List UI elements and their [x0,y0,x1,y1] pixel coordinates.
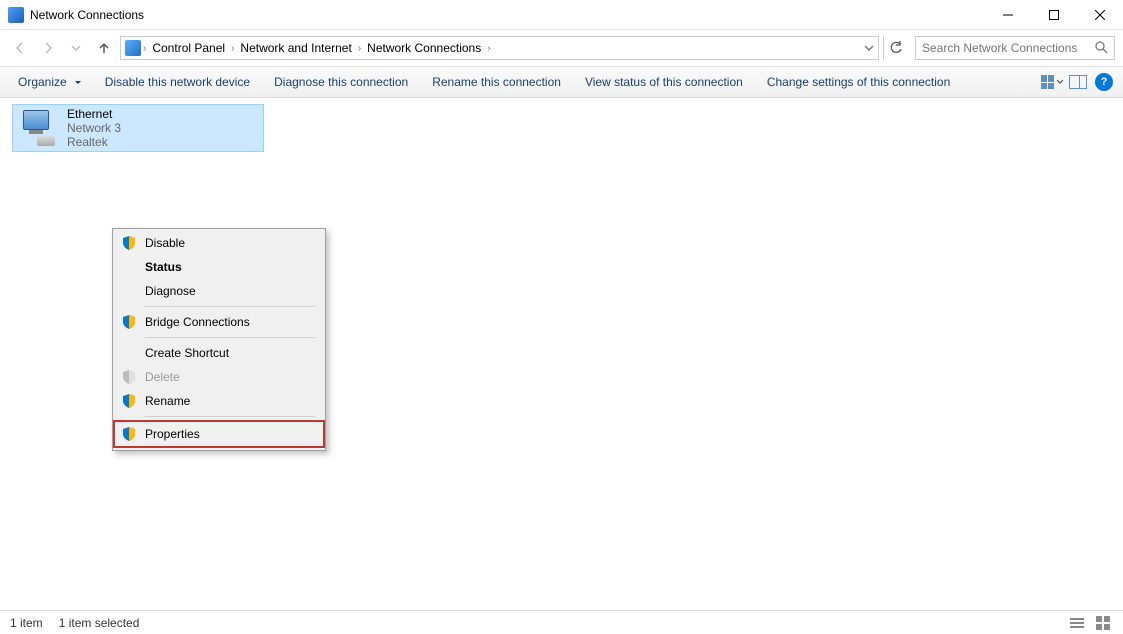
ctx-disable[interactable]: Disable [115,231,323,255]
chevron-right-icon: › [143,43,146,54]
ctx-bridge-label: Bridge Connections [145,315,250,329]
maximize-button[interactable] [1031,0,1077,30]
shield-icon [121,369,137,385]
forward-button[interactable] [36,36,60,60]
chevron-right-icon: › [487,43,490,54]
details-view-icon [1070,618,1084,628]
forward-arrow-icon [41,41,55,55]
change-settings-button[interactable]: Change settings of this connection [757,71,960,93]
chevron-right-icon: › [231,43,234,54]
rename-button[interactable]: Rename this connection [422,71,571,93]
minimize-icon [1003,10,1013,20]
ctx-create-shortcut[interactable]: Create Shortcut [115,341,323,365]
ctx-properties[interactable]: Properties [115,422,323,446]
adapter-icon [19,108,59,148]
search-input[interactable] [922,41,1094,55]
window-title: Network Connections [30,8,985,22]
content-area[interactable]: Ethernet Network 3 Realtek Disable Statu… [0,98,1123,610]
ctx-separator [145,337,315,338]
ctx-separator [145,306,315,307]
recent-dropdown[interactable] [64,36,88,60]
view-status-button[interactable]: View status of this connection [575,71,753,93]
tiles-icon [1041,75,1054,89]
ctx-delete: Delete [115,365,323,389]
chevron-down-icon [1056,78,1063,86]
organize-label: Organize [18,75,67,89]
ctx-disable-label: Disable [145,236,185,250]
search-box[interactable] [915,36,1115,60]
ctx-delete-label: Delete [145,370,180,384]
ctx-properties-label: Properties [145,427,200,441]
location-icon [125,40,141,56]
status-item-count: 1 item [10,616,43,630]
refresh-button[interactable] [883,36,907,60]
help-button[interactable]: ? [1093,71,1115,93]
breadcrumb-path[interactable]: › Control Panel › Network and Internet ›… [120,36,879,60]
tiles-view-icon [1096,616,1110,630]
back-button[interactable] [8,36,32,60]
titlebar: Network Connections [0,0,1123,30]
address-bar: › Control Panel › Network and Internet ›… [0,30,1123,66]
diagnose-button[interactable]: Diagnose this connection [264,71,418,93]
ctx-status[interactable]: Status [115,255,323,279]
shield-icon [121,426,137,442]
network-adapter-item[interactable]: Ethernet Network 3 Realtek [12,104,264,152]
ctx-properties-highlight: Properties [113,420,325,448]
close-button[interactable] [1077,0,1123,30]
view-options-button[interactable] [1041,71,1063,93]
up-button[interactable] [92,36,116,60]
organize-button[interactable]: Organize [8,71,91,93]
adapter-name: Ethernet [67,107,121,121]
chevron-right-icon: › [358,43,361,54]
adapter-device: Realtek [67,135,121,149]
status-selected-count: 1 item selected [59,616,140,630]
maximize-icon [1049,10,1059,20]
ctx-rename[interactable]: Rename [115,389,323,413]
minimize-button[interactable] [985,0,1031,30]
adapter-info: Ethernet Network 3 Realtek [67,107,121,149]
command-toolbar: Organize Disable this network device Dia… [0,66,1123,98]
help-icon: ? [1095,73,1113,91]
disable-device-button[interactable]: Disable this network device [95,71,260,93]
ctx-shortcut-label: Create Shortcut [145,346,229,360]
ctx-rename-label: Rename [145,394,190,408]
chevron-down-icon[interactable] [864,43,874,53]
ctx-diagnose-label: Diagnose [145,284,196,298]
context-menu: Disable Status Diagnose Bridge Connectio… [112,228,326,451]
search-icon [1094,40,1108,57]
preview-pane-icon [1069,75,1087,89]
back-arrow-icon [13,41,27,55]
breadcrumb-segment[interactable]: Network and Internet [236,39,355,57]
ctx-status-label: Status [145,260,182,274]
ctx-separator [145,416,315,417]
breadcrumb-segment[interactable]: Network Connections [363,39,485,57]
ctx-diagnose[interactable]: Diagnose [115,279,323,303]
close-icon [1095,10,1105,20]
adapter-network: Network 3 [67,121,121,135]
ctx-bridge[interactable]: Bridge Connections [115,310,323,334]
window-controls [985,0,1123,30]
shield-icon [121,393,137,409]
breadcrumb-segment[interactable]: Control Panel [148,39,229,57]
chevron-down-icon [71,43,81,53]
app-icon [8,7,24,23]
shield-icon [121,235,137,251]
shield-icon [121,314,137,330]
details-view-button[interactable] [1067,615,1087,631]
up-arrow-icon [97,41,111,55]
status-bar: 1 item 1 item selected [0,610,1123,634]
preview-pane-button[interactable] [1067,71,1089,93]
refresh-icon [889,41,903,55]
tiles-view-button[interactable] [1093,615,1113,631]
